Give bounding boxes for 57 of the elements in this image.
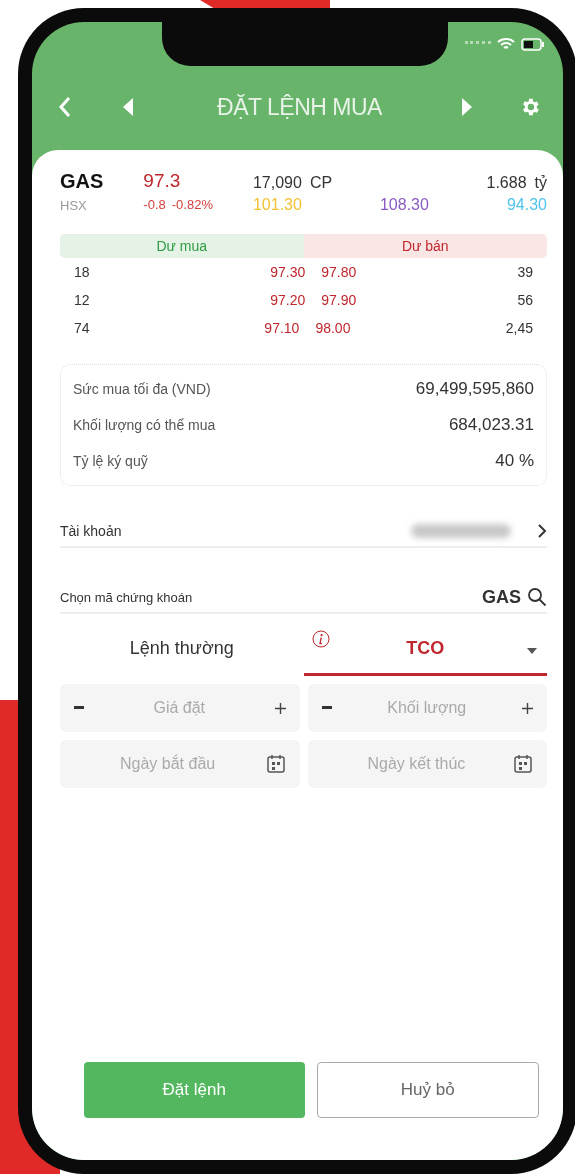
sell-price: 98.00: [315, 320, 352, 336]
info-value: 69,499,595,860: [415, 379, 534, 399]
price-change: -0.8: [143, 197, 166, 212]
screen-title: ĐẶT LỆNH MUA: [216, 93, 383, 121]
price-level: 101.30: [252, 196, 302, 214]
buy-side-header: Dư mua: [60, 234, 304, 258]
date-field[interactable]: Ngày bắt đầu: [60, 740, 300, 788]
buy-volume: 74: [74, 320, 91, 336]
current-price: 97.3: [143, 170, 182, 192]
cancel-button[interactable]: Huỷ bỏ: [316, 1062, 539, 1118]
sell-volume: 2,45: [505, 320, 533, 336]
battery-icon: [521, 37, 545, 51]
exchange-label: HSX: [60, 198, 88, 213]
volume-value: 17,090: [252, 174, 302, 192]
dropdown-caret-icon[interactable]: [527, 648, 537, 654]
buy-price: 97.10: [264, 320, 300, 336]
order-type-tab[interactable]: Lệnh thường: [60, 624, 304, 676]
account-label: Tài khoản: [60, 523, 123, 539]
price-level: 108.30: [379, 196, 429, 214]
sell-side-header: Dư bán: [303, 234, 547, 258]
price-level: 94.30: [506, 196, 547, 214]
info-value: 684,023.31: [448, 415, 534, 435]
info-label: Sức mua tối đa (VND): [73, 381, 211, 397]
chevron-right-icon[interactable]: [537, 523, 547, 539]
plus-icon[interactable]: [274, 702, 286, 714]
sell-volume: 56: [517, 292, 533, 308]
date-field[interactable]: Ngày kết thúc: [307, 740, 547, 788]
search-icon[interactable]: [527, 587, 547, 607]
wifi-icon: [497, 37, 515, 51]
sell-volume: 39: [517, 264, 533, 280]
calendar-icon[interactable]: [265, 754, 286, 774]
minus-icon[interactable]: [74, 706, 84, 710]
place-order-button[interactable]: Đặt lệnh: [84, 1062, 305, 1118]
info-icon[interactable]: [311, 630, 330, 648]
signal-icon: [465, 41, 491, 47]
info-value: 40 %: [495, 451, 534, 471]
minus-icon[interactable]: [321, 706, 332, 710]
symbol-field-label: Chọn mã chứng khoán: [60, 589, 194, 605]
buy-price: 97.30: [270, 264, 306, 280]
info-label: Tỷ lệ ký quỹ: [73, 453, 148, 469]
volume-unit: CP: [309, 174, 333, 192]
stepper-field[interactable]: Khối lượng: [307, 684, 547, 732]
info-label: Khối lượng có thể mua: [73, 417, 216, 433]
stepper-field[interactable]: Giá đặt: [60, 684, 300, 732]
price-change-percent: -0.82%: [171, 197, 213, 212]
sell-price: 97.80: [321, 264, 358, 280]
calendar-icon[interactable]: [513, 754, 533, 774]
buy-price: 97.20: [270, 292, 306, 308]
trade-value: 1.688: [486, 174, 527, 192]
plus-icon[interactable]: [522, 702, 533, 714]
order-type-tab[interactable]: TCO: [303, 624, 547, 676]
value-unit: tỷ: [534, 174, 547, 192]
buy-volume: 12: [74, 292, 91, 308]
buy-volume: 18: [74, 264, 91, 280]
stock-symbol: GAS: [60, 170, 104, 193]
symbol-field-value[interactable]: GAS: [482, 586, 521, 608]
sell-price: 97.90: [321, 292, 358, 308]
